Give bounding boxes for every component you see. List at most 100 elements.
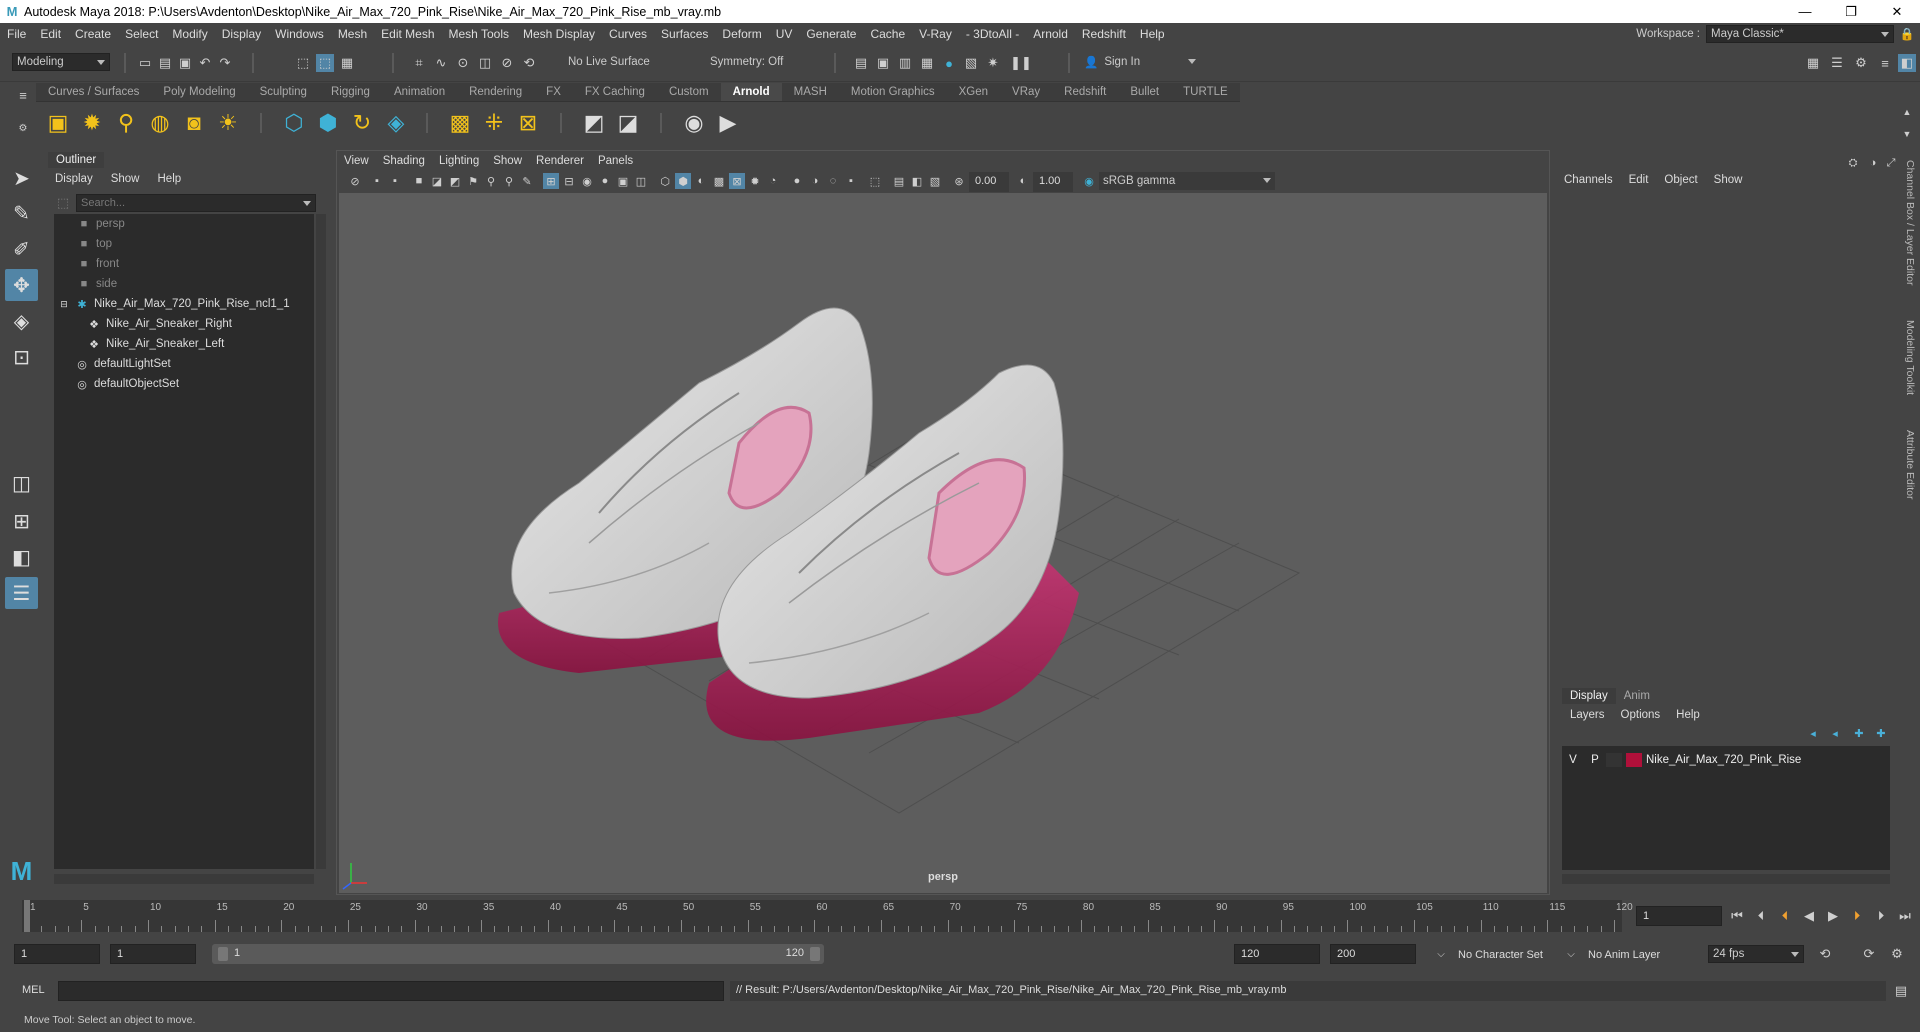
tool-settings-icon[interactable]: ⚙ — [1852, 54, 1870, 72]
outliner-menu-show[interactable]: Show — [102, 170, 149, 188]
render-view-icon[interactable]: ▦ — [918, 54, 936, 72]
isolate-icon[interactable]: ◫ — [633, 173, 649, 189]
menu-arnold[interactable]: Arnold — [1026, 27, 1075, 41]
camera-attr-icon[interactable]: ⊘ — [347, 173, 363, 189]
outliner-menu-display[interactable]: Display — [46, 170, 102, 188]
color-management-icon[interactable]: ◉ — [1081, 173, 1097, 189]
menu-modify[interactable]: Modify — [165, 27, 214, 41]
menu-select[interactable]: Select — [118, 27, 165, 41]
shelf-tab-fx[interactable]: FX — [534, 83, 573, 101]
physical-sky-icon[interactable]: ☀ — [214, 109, 242, 137]
license-icon[interactable]: ⊠ — [514, 109, 542, 137]
layer-row[interactable]: V P Nike_Air_Max_720_Pink_Rise — [1562, 750, 1890, 770]
select-tool-icon[interactable]: ➤ — [5, 162, 38, 194]
list-item[interactable]: ■ side — [76, 274, 336, 294]
list-item[interactable]: ❖ Nike_Air_Sneaker_Left — [86, 334, 346, 354]
tab-anim[interactable]: Anim — [1616, 688, 1658, 704]
bounding-box-icon[interactable]: ▣ — [615, 173, 631, 189]
go-to-start-icon[interactable]: ⏮ — [1728, 907, 1746, 925]
render-play-icon[interactable]: ▶ — [714, 109, 742, 137]
range-end-handle[interactable] — [810, 947, 820, 961]
select-hierarchy-icon[interactable]: ⬚ — [294, 54, 312, 72]
shelf-tab-poly-modeling[interactable]: Poly Modeling — [151, 83, 247, 101]
shelf-tab-redshift[interactable]: Redshift — [1052, 83, 1118, 101]
shelf-tab-xgen[interactable]: XGen — [947, 83, 1000, 101]
play-backwards-icon[interactable]: ◀ — [1800, 907, 1818, 925]
outliner-vscrollbar[interactable] — [316, 214, 326, 869]
layer-color-swatch[interactable] — [1626, 753, 1642, 767]
paint-select-tool-icon[interactable]: ✐ — [5, 233, 38, 265]
four-view-icon[interactable]: ⊞ — [5, 505, 38, 537]
bookmark-icon[interactable]: ▪ — [387, 173, 403, 189]
shelf-tab-sculpting[interactable]: Sculpting — [248, 83, 319, 101]
outliner-title[interactable]: Outliner — [48, 152, 105, 168]
list-item[interactable]: ⊟ ✱ Nike_Air_Max_720_Pink_Rise_ncl1_1 — [58, 294, 318, 314]
motion-blur-icon[interactable]: ◑ — [807, 173, 823, 189]
shelf-tab-turtle[interactable]: TURTLE — [1171, 83, 1240, 101]
ipr-eye-icon[interactable]: ◉ — [680, 109, 708, 137]
command-input[interactable] — [58, 981, 724, 1001]
menu-generate[interactable]: Generate — [799, 27, 863, 41]
move-layer-up-icon[interactable]: ◂ — [1804, 724, 1822, 742]
grid-icon[interactable]: ⊞ — [543, 173, 559, 189]
layer-menu-layers[interactable]: Layers — [1562, 706, 1613, 724]
export-standin-icon[interactable]: ⬢ — [314, 109, 342, 137]
shelf-menu-icon[interactable]: ≡ — [14, 86, 32, 104]
new-layer-selected-icon[interactable]: ✚ — [1872, 724, 1890, 742]
hypershade-icon[interactable]: ● — [940, 54, 958, 72]
attribute-toggle-icon[interactable]: ◑ — [1864, 154, 1882, 172]
menu-mesh[interactable]: Mesh — [331, 27, 374, 41]
color-space-dropdown[interactable]: sRGB gamma — [1099, 172, 1275, 190]
menu-mesh-display[interactable]: Mesh Display — [516, 27, 602, 41]
curve-collector-icon[interactable]: ↻ — [348, 109, 376, 137]
shelf-tab-curves-surfaces[interactable]: Curves / Surfaces — [36, 83, 151, 101]
snap-vertex-icon[interactable]: ⟲ — [520, 54, 538, 72]
gate-mask-icon[interactable]: ◩ — [447, 173, 463, 189]
tab-display[interactable]: Display — [1562, 688, 1616, 704]
material-icon[interactable]: ◩ — [580, 109, 608, 137]
open-scene-icon[interactable]: ▤ — [156, 54, 174, 72]
animation-start-field[interactable]: 1 — [14, 944, 100, 964]
wireframe-icon[interactable]: ⊟ — [561, 173, 577, 189]
safe-action-icon[interactable]: ⚲ — [483, 173, 499, 189]
shelf-tab-custom[interactable]: Custom — [657, 83, 721, 101]
step-forward-key-icon[interactable]: ⏵ — [1872, 907, 1890, 925]
pause-viewport-icon[interactable]: ❚❚ — [1010, 54, 1032, 72]
menu-curves[interactable]: Curves — [602, 27, 654, 41]
mode-dropdown[interactable]: Modeling — [12, 53, 110, 71]
single-view-icon[interactable]: ◫ — [5, 467, 38, 499]
viewport-menu-renderer[interactable]: Renderer — [529, 155, 591, 167]
scroll-up-icon[interactable]: ▲ — [1898, 103, 1916, 121]
channel-menu-object[interactable]: Object — [1656, 174, 1705, 186]
select-object-icon[interactable]: ⬚ — [316, 54, 334, 72]
step-back-key-icon[interactable]: ⏴ — [1752, 907, 1770, 925]
layer-visibility-toggle[interactable]: V — [1562, 754, 1584, 766]
layer-menu-help[interactable]: Help — [1668, 706, 1708, 724]
outliner-search-input[interactable]: Search... — [76, 194, 316, 212]
outliner-hscrollbar[interactable] — [54, 874, 314, 884]
field-chart-icon[interactable]: ⚑ — [465, 173, 481, 189]
light-portal-icon[interactable]: ◙ — [180, 109, 208, 137]
resolution-gate-icon[interactable]: ◪ — [429, 173, 445, 189]
hud-icon[interactable]: ▧ — [927, 173, 943, 189]
menu-deform[interactable]: Deform — [715, 27, 768, 41]
smooth-shade-icon[interactable]: ◉ — [579, 173, 595, 189]
range-start-handle[interactable] — [218, 947, 228, 961]
time-slider-track[interactable]: 1 5 10 15 20 25 30 35 40 45 50 55 60 65 70 75 80 85 90 95 10… — [22, 900, 1633, 932]
command-language-label[interactable]: MEL — [22, 984, 45, 996]
menu-3dtoall[interactable]: - 3DtoAll - — [959, 27, 1026, 41]
xray-joints-icon[interactable]: ▤ — [891, 173, 907, 189]
exposure-icon[interactable]: ⊛ — [951, 173, 967, 189]
standin-icon[interactable]: ⬡ — [280, 109, 308, 137]
step-back-frame-icon[interactable]: ⏴ — [1776, 907, 1794, 925]
workspace-dropdown[interactable]: Maya Classic* — [1706, 24, 1894, 43]
textured-icon[interactable]: ▩ — [711, 173, 727, 189]
isolate-select-icon[interactable]: ⬚ — [867, 173, 883, 189]
preferences-icon[interactable]: ⚙ — [1888, 945, 1906, 963]
range-slider-bar[interactable]: 1 120 — [212, 944, 824, 964]
xray-active-icon[interactable]: ◧ — [909, 173, 925, 189]
channel-menu-channels[interactable]: Channels — [1556, 174, 1621, 186]
safe-title-icon[interactable]: ⚲ — [501, 173, 517, 189]
channel-box-icon[interactable]: ≡ — [1876, 54, 1894, 72]
menu-create[interactable]: Create — [68, 27, 118, 41]
